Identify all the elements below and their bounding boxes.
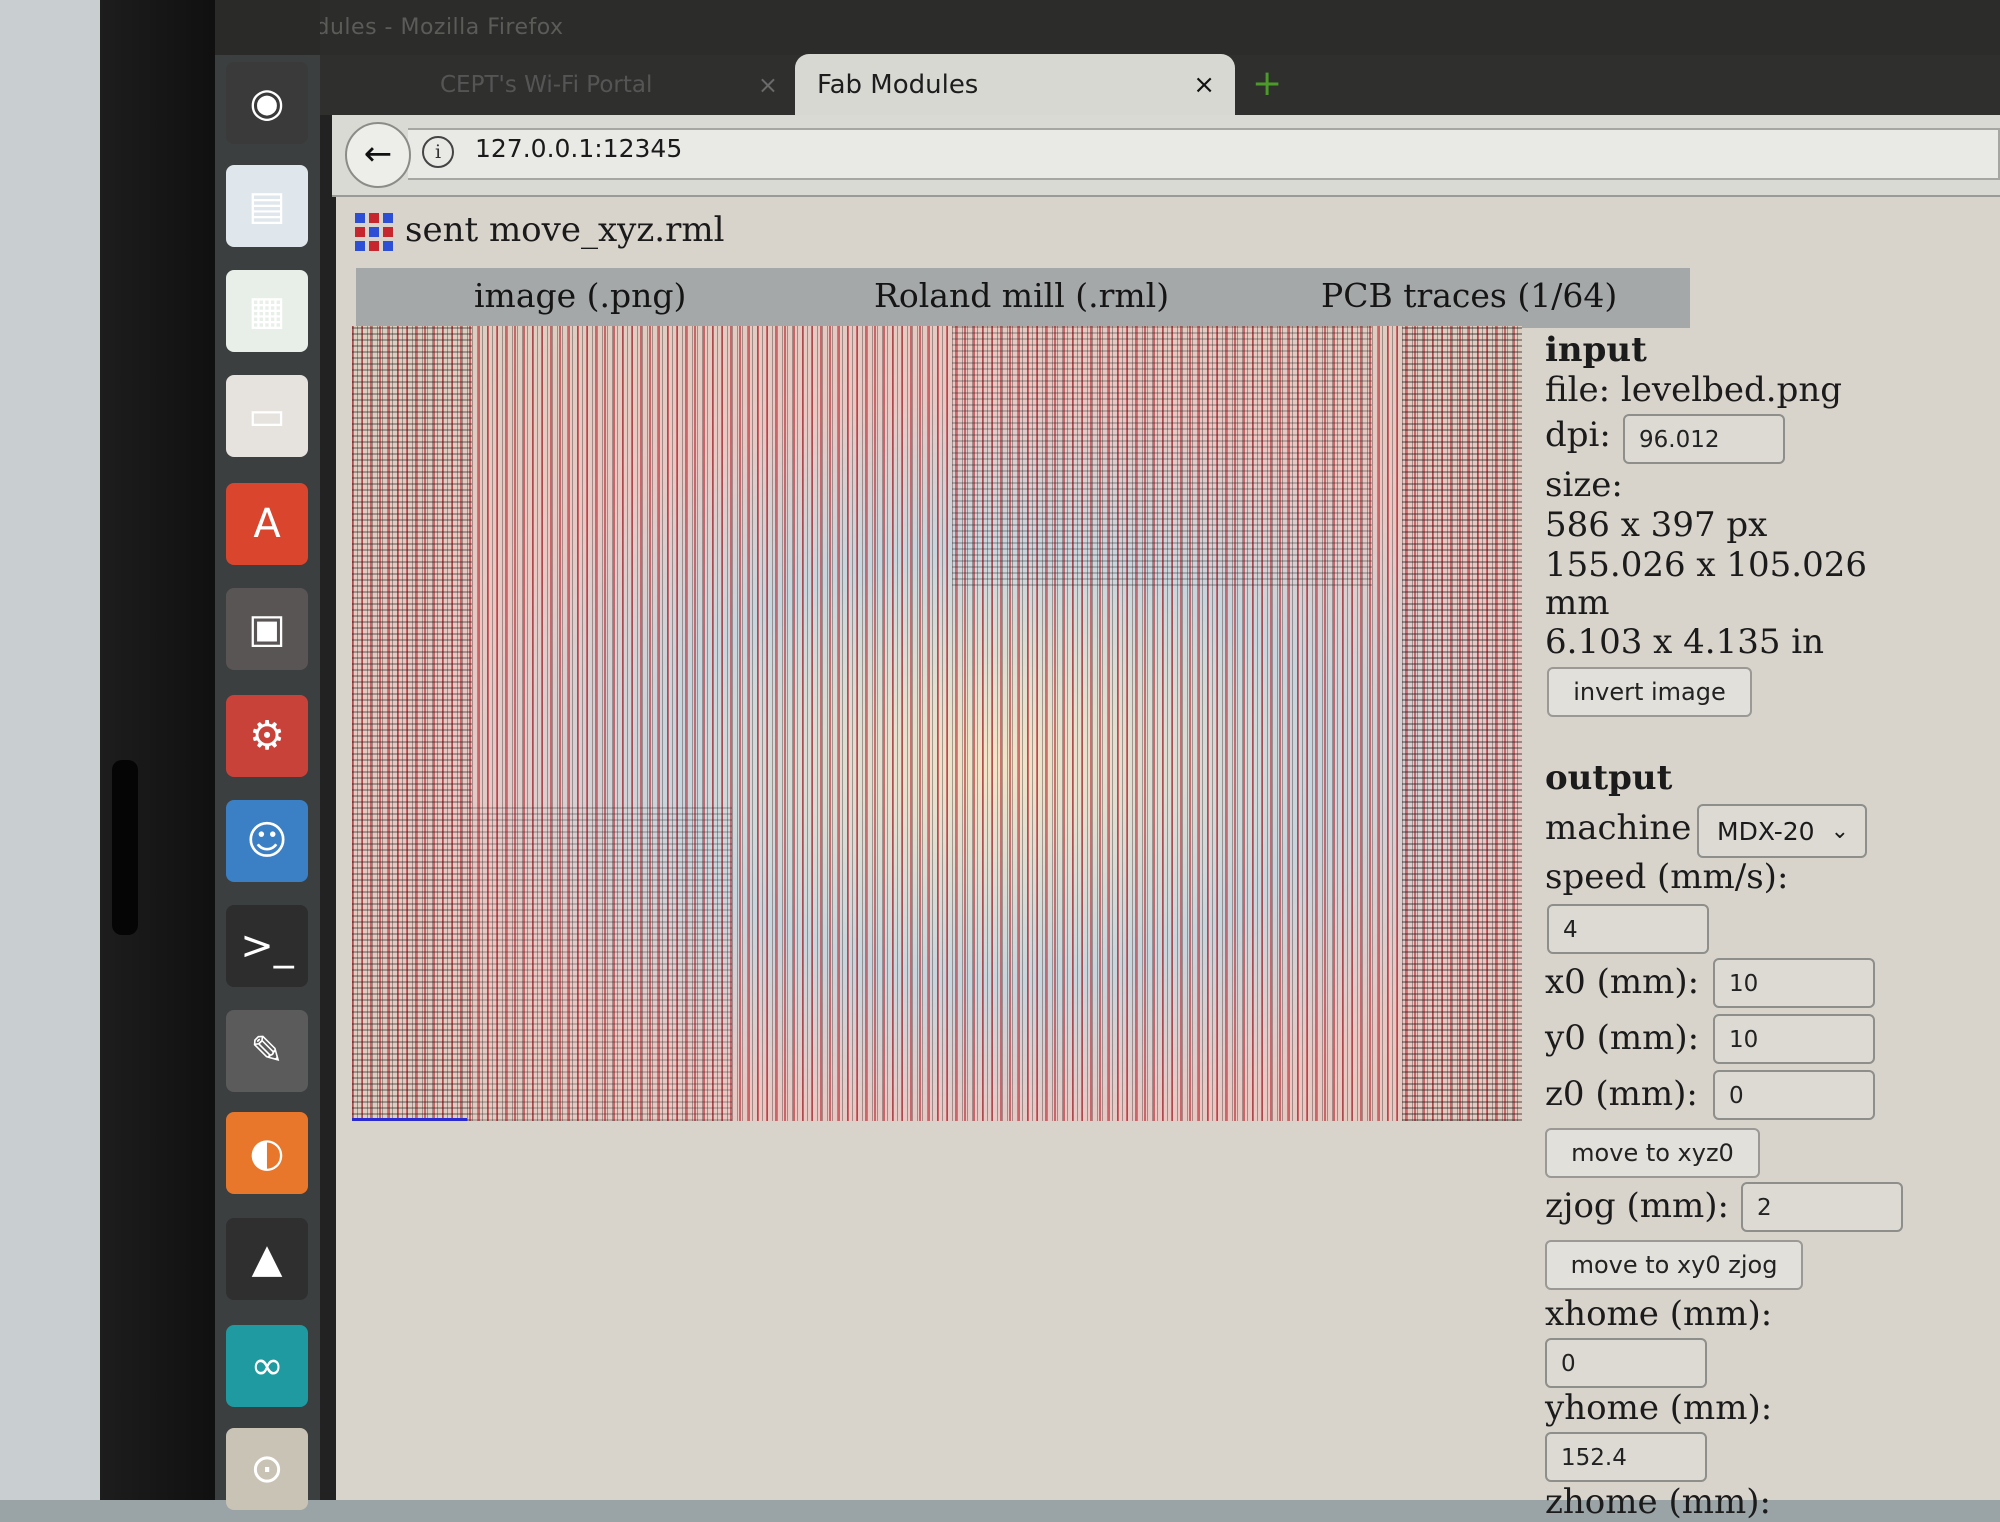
tab-fab-modules[interactable]: Fab Modules × (795, 54, 1235, 116)
toolpath-hatch (952, 326, 1372, 586)
firefox-icon[interactable]: ◐ (226, 1112, 308, 1194)
speed-field[interactable]: 4 (1547, 904, 1709, 954)
presentation-icon[interactable]: ▭ (226, 375, 308, 457)
move-to-xyz0-button[interactable]: move to xyz0 (1545, 1128, 1760, 1178)
size-mm-unit: mm (1545, 583, 1610, 623)
yhome-label: yhome (mm): (1545, 1388, 1773, 1428)
format-menu-bar: image (.png) Roland mill (.rml) PCB trac… (356, 268, 1690, 328)
size-mm: 155.026 x 105.026 (1545, 545, 1867, 585)
x0-field[interactable]: 10 (1713, 958, 1875, 1008)
gimp-icon[interactable]: ✎ (226, 1010, 308, 1092)
zjog-field[interactable]: 2 (1741, 1182, 1903, 1232)
zhome-label: zhome (mm): (1545, 1482, 1771, 1522)
size-label: size: (1545, 465, 1623, 505)
move-to-xy0-zjog-button[interactable]: move to xy0 zjog (1545, 1240, 1803, 1290)
dpi-label: dpi: (1545, 415, 1611, 455)
x0-label: x0 (mm): (1545, 962, 1700, 1002)
machine-select[interactable]: MDX-20 ⌄ (1697, 804, 1867, 858)
input-heading: input (1545, 330, 1647, 370)
toolpath-hatch (352, 326, 472, 1121)
status-message: sent move_xyz.rml (405, 210, 725, 250)
ubuntu-logo-icon[interactable]: ◉ (226, 62, 308, 144)
scale-bar (352, 1118, 467, 1121)
system-settings-icon[interactable]: ⚙ (226, 695, 308, 777)
xhome-label: xhome (mm): (1545, 1294, 1773, 1334)
invert-image-button[interactable]: invert image (1547, 667, 1752, 717)
close-icon[interactable]: × (1193, 54, 1215, 116)
fab-modules-logo-icon (355, 213, 395, 253)
inkscape-icon[interactable]: ▲ (226, 1218, 308, 1300)
z0-field[interactable]: 0 (1713, 1070, 1875, 1120)
new-tab-icon[interactable]: + (1252, 62, 1282, 106)
window-title: Fab Modules - Mozilla Firefox (215, 0, 2000, 55)
y0-field[interactable]: 10 (1713, 1014, 1875, 1064)
spreadsheet-icon[interactable]: ▦ (226, 270, 308, 352)
software-center-icon[interactable]: A (226, 483, 308, 565)
machine-value: MDX-20 (1717, 817, 1815, 846)
launcher-top (215, 0, 320, 55)
yhome-field[interactable]: 152.4 (1545, 1432, 1707, 1482)
tab-label: Fab Modules (817, 70, 979, 100)
y0-label: y0 (mm): (1545, 1018, 1700, 1058)
size-in: 6.103 x 4.135 in (1545, 622, 1825, 662)
url-text[interactable]: 127.0.0.1:12345 (475, 134, 682, 163)
tab-wifi-portal[interactable]: CEPT's Wi-Fi Portal × (420, 58, 790, 113)
xhome-field[interactable]: 0 (1545, 1338, 1707, 1388)
z0-label: z0 (mm): (1545, 1074, 1698, 1114)
monitor-edge (112, 760, 138, 935)
magnifier-icon[interactable]: ⊙ (226, 1428, 308, 1510)
input-format-menu[interactable]: image (.png) (474, 276, 686, 315)
zjog-label: zjog (mm): (1545, 1186, 1729, 1226)
arduino-icon[interactable]: ∞ (226, 1325, 308, 1407)
speed-label: speed (mm/s): (1545, 857, 1789, 897)
info-icon[interactable]: i (422, 136, 454, 168)
tab-label: CEPT's Wi-Fi Portal (440, 72, 653, 98)
output-heading: output (1545, 758, 1673, 798)
toolpath-canvas[interactable] (352, 326, 1522, 1121)
pidgin-chat-icon[interactable]: ☺ (226, 800, 308, 882)
machine-label: machine (1545, 808, 1692, 848)
archive-manager-icon[interactable]: ▣ (226, 588, 308, 670)
dpi-field[interactable]: 96.012 (1623, 414, 1785, 464)
toolpath-hatch (1402, 326, 1522, 1121)
output-format-menu[interactable]: Roland mill (.rml) (874, 276, 1169, 315)
chevron-down-icon: ⌄ (1830, 819, 1849, 844)
process-menu[interactable]: PCB traces (1/64) (1321, 276, 1617, 315)
back-arrow-icon[interactable]: ← (345, 122, 411, 188)
toolpath-hatch (472, 806, 732, 1121)
terminal-icon[interactable]: >_ (226, 905, 308, 987)
input-file: file: levelbed.png (1545, 370, 1843, 410)
document-writer-icon[interactable]: ▤ (226, 165, 308, 247)
close-icon[interactable]: × (758, 58, 778, 113)
size-px: 586 x 397 px (1545, 505, 1768, 545)
